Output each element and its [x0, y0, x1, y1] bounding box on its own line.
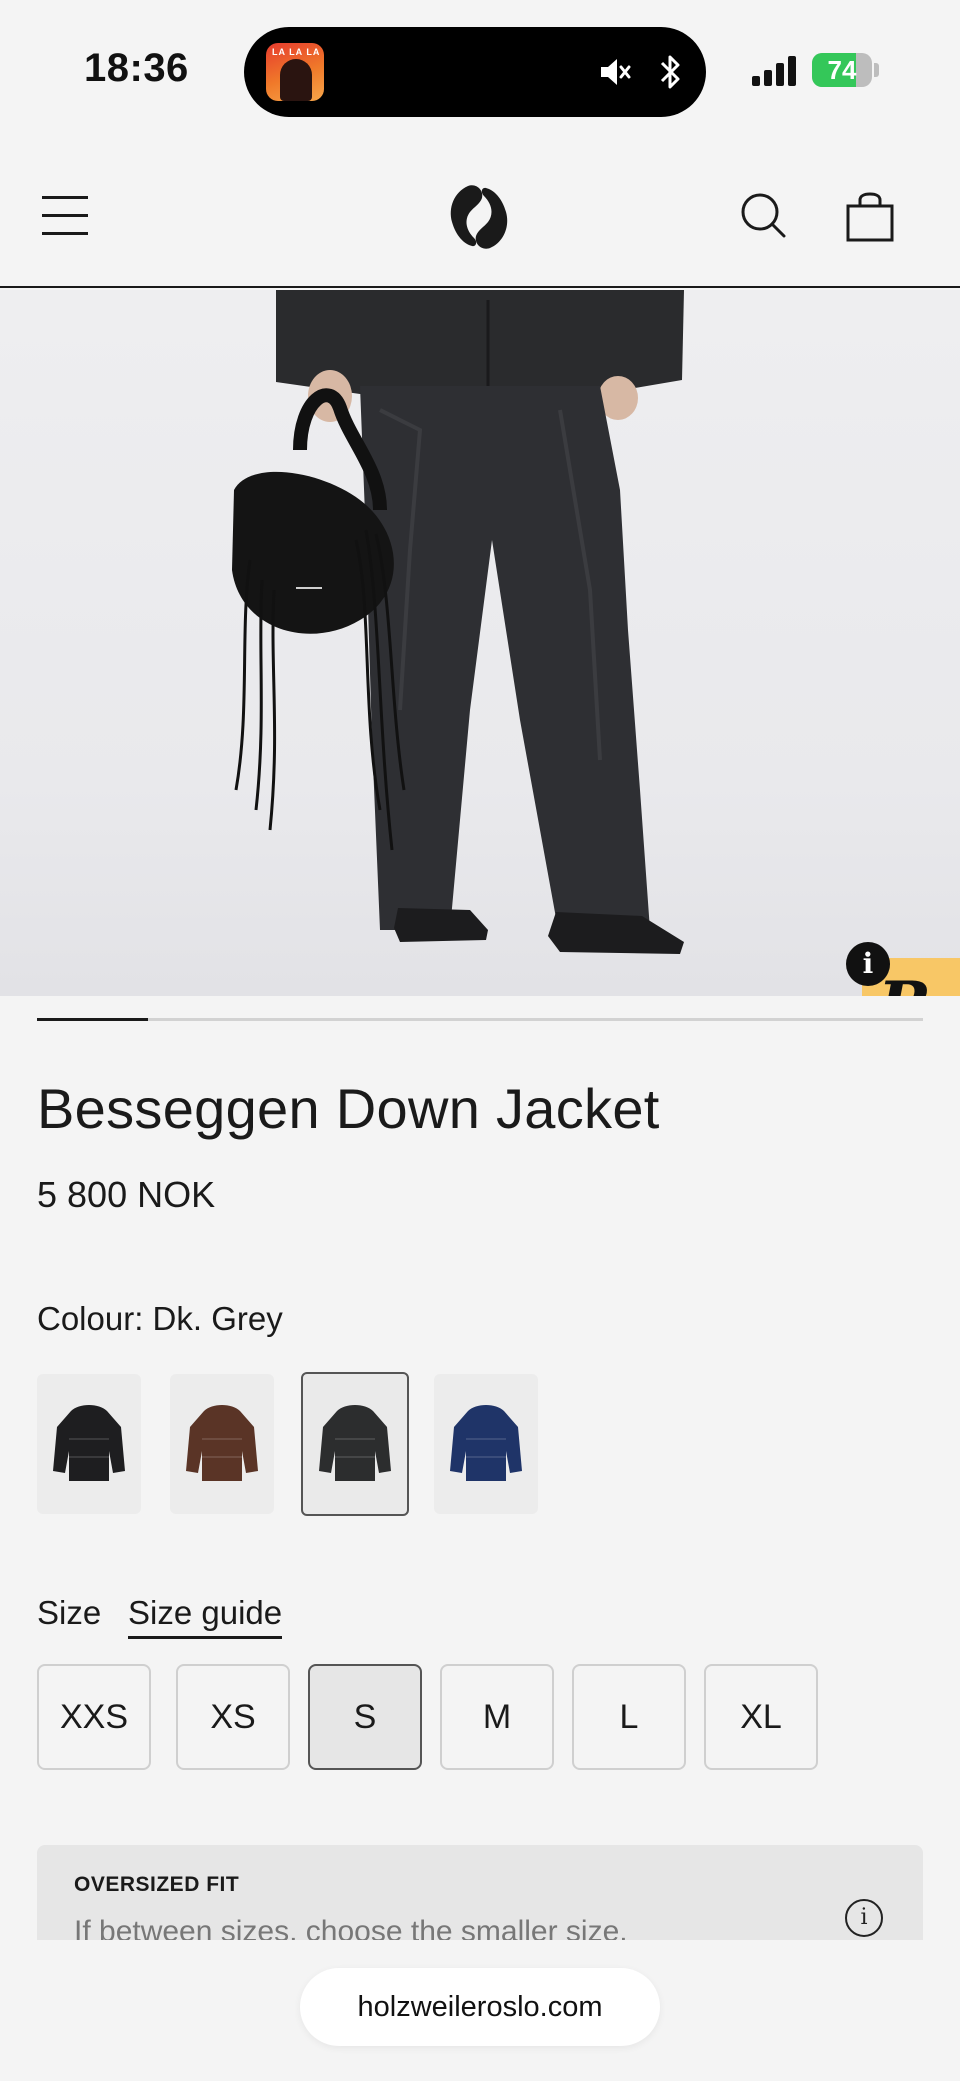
size-option-xxs[interactable]: XXS [37, 1664, 151, 1770]
browser-url-bar[interactable]: holzweileroslo.com [300, 1968, 660, 2046]
fit-info-box: OVERSIZED FIT If between sizes, choose t… [37, 1845, 923, 1940]
site-header [0, 140, 960, 288]
status-bar: 18:36 LA LA LA 74 [0, 0, 960, 140]
jacket-thumbnail [53, 1405, 125, 1481]
status-time: 18:36 [84, 46, 189, 90]
colour-swatch-brown[interactable] [170, 1374, 274, 1514]
size-option-s[interactable]: S [308, 1664, 422, 1770]
jacket-thumbnail [186, 1405, 258, 1481]
battery-cap [874, 63, 879, 77]
carousel-progress [37, 1018, 923, 1021]
colour-swatch-dk-grey[interactable] [301, 1372, 409, 1516]
size-option-l[interactable]: L [572, 1664, 686, 1770]
rewards-info-icon[interactable]: i [846, 942, 890, 986]
colour-label: Colour: Dk. Grey [37, 1300, 283, 1337]
jacket-thumbnail [319, 1405, 391, 1481]
search-icon[interactable] [740, 192, 786, 238]
fit-title: OVERSIZED FIT [74, 1873, 240, 1896]
product-image[interactable]: R i [0, 290, 960, 996]
dynamic-island[interactable]: LA LA LA [244, 27, 706, 117]
menu-icon[interactable] [42, 194, 90, 236]
colour-swatch-navy[interactable] [434, 1374, 538, 1514]
battery-icon: 74 [812, 53, 872, 87]
brand-logo[interactable] [446, 182, 512, 252]
artwork-text: LA LA LA [272, 47, 321, 57]
size-option-xs[interactable]: XS [176, 1664, 290, 1770]
fit-info-icon[interactable]: i [845, 1899, 883, 1937]
size-option-m[interactable]: M [440, 1664, 554, 1770]
fit-text: If between sizes, choose the smaller siz… [74, 1915, 628, 1940]
jacket-thumbnail [450, 1405, 522, 1481]
size-option-xl[interactable]: XL [704, 1664, 818, 1770]
product-price: 5 800 NOK [37, 1174, 216, 1215]
bluetooth-icon [660, 55, 680, 89]
colour-swatch-black[interactable] [37, 1374, 141, 1514]
size-label: Size [37, 1594, 102, 1631]
cellular-signal-icon [752, 54, 798, 86]
now-playing-artwork[interactable]: LA LA LA [266, 43, 324, 101]
mute-icon [601, 59, 631, 85]
size-guide-link[interactable]: Size guide [128, 1594, 283, 1639]
product-title: Besseggen Down Jacket [37, 1077, 660, 1140]
carousel-progress-indicator [37, 1018, 148, 1021]
battery-level: 74 [827, 55, 857, 85]
artwork-silhouette [280, 59, 312, 101]
shopping-bag-icon[interactable] [846, 192, 894, 242]
model-photo [232, 290, 684, 954]
